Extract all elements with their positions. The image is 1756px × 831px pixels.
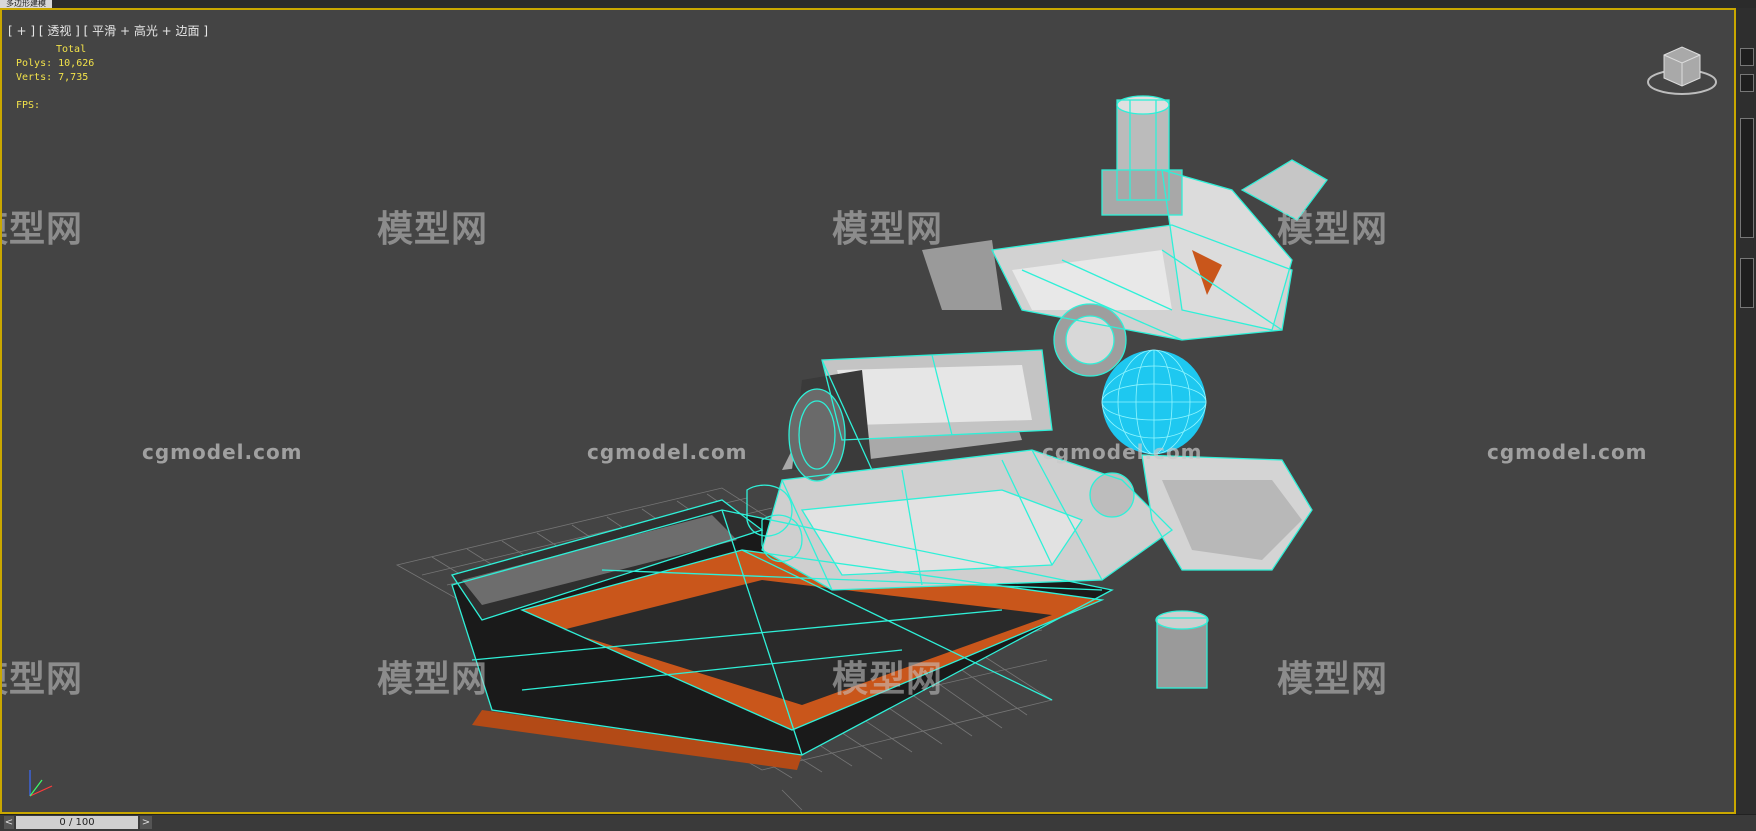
watermark-logo: 模型网 [1277, 659, 1389, 700]
panel-button[interactable] [1740, 74, 1754, 92]
watermark-logo: 模型网 [2, 209, 84, 250]
watermark-url: cgmodel.com [1487, 440, 1648, 464]
prev-frame-button[interactable]: < [4, 816, 14, 829]
watermark-url: cgmodel.com [587, 440, 748, 464]
viewcube-icon [1647, 46, 1717, 95]
watermark-logo: 模型网 [832, 209, 944, 250]
viewport-label[interactable]: [ + ] [ 透视 ] [ 平滑 + 高光 + 边面 ] [8, 22, 208, 39]
stats-polys: Polys: 10,626 [16, 58, 95, 69]
sphere-object [1101, 349, 1207, 455]
watermark-logo: 模型网 [377, 209, 489, 250]
watermark-logo: 模型网 [1277, 209, 1389, 250]
panel-button[interactable] [1740, 48, 1754, 66]
command-panel-strip [1736, 8, 1756, 830]
stats-fps: FPS: [16, 100, 41, 111]
time-slider[interactable]: 0 / 100 [16, 816, 138, 829]
watermark-logo: 模型网 [377, 659, 489, 700]
watermark-url: cgmodel.com [1042, 440, 1203, 464]
body-grey [762, 350, 1312, 590]
panel-rollout[interactable] [1740, 118, 1754, 238]
time-slider-bar: < 0 / 100 > [0, 814, 1756, 831]
watermark-logo: 模型网 [2, 659, 84, 700]
panel-rollout[interactable] [1740, 258, 1754, 308]
modeling-tab[interactable]: 多边形建模 [0, 0, 52, 8]
watermark-url: cgmodel.com [142, 440, 303, 464]
perspective-viewport[interactable]: [ + ] [ 透视 ] [ 平滑 + 高光 + 边面 ] Total Poly… [0, 8, 1736, 814]
stats-total: Total [56, 44, 87, 55]
next-frame-button[interactable]: > [140, 816, 152, 829]
watermark-logo: 模型网 [832, 659, 944, 700]
axis-gizmo-icon [29, 770, 53, 797]
stats-verts: Verts: 7,735 [16, 72, 89, 83]
